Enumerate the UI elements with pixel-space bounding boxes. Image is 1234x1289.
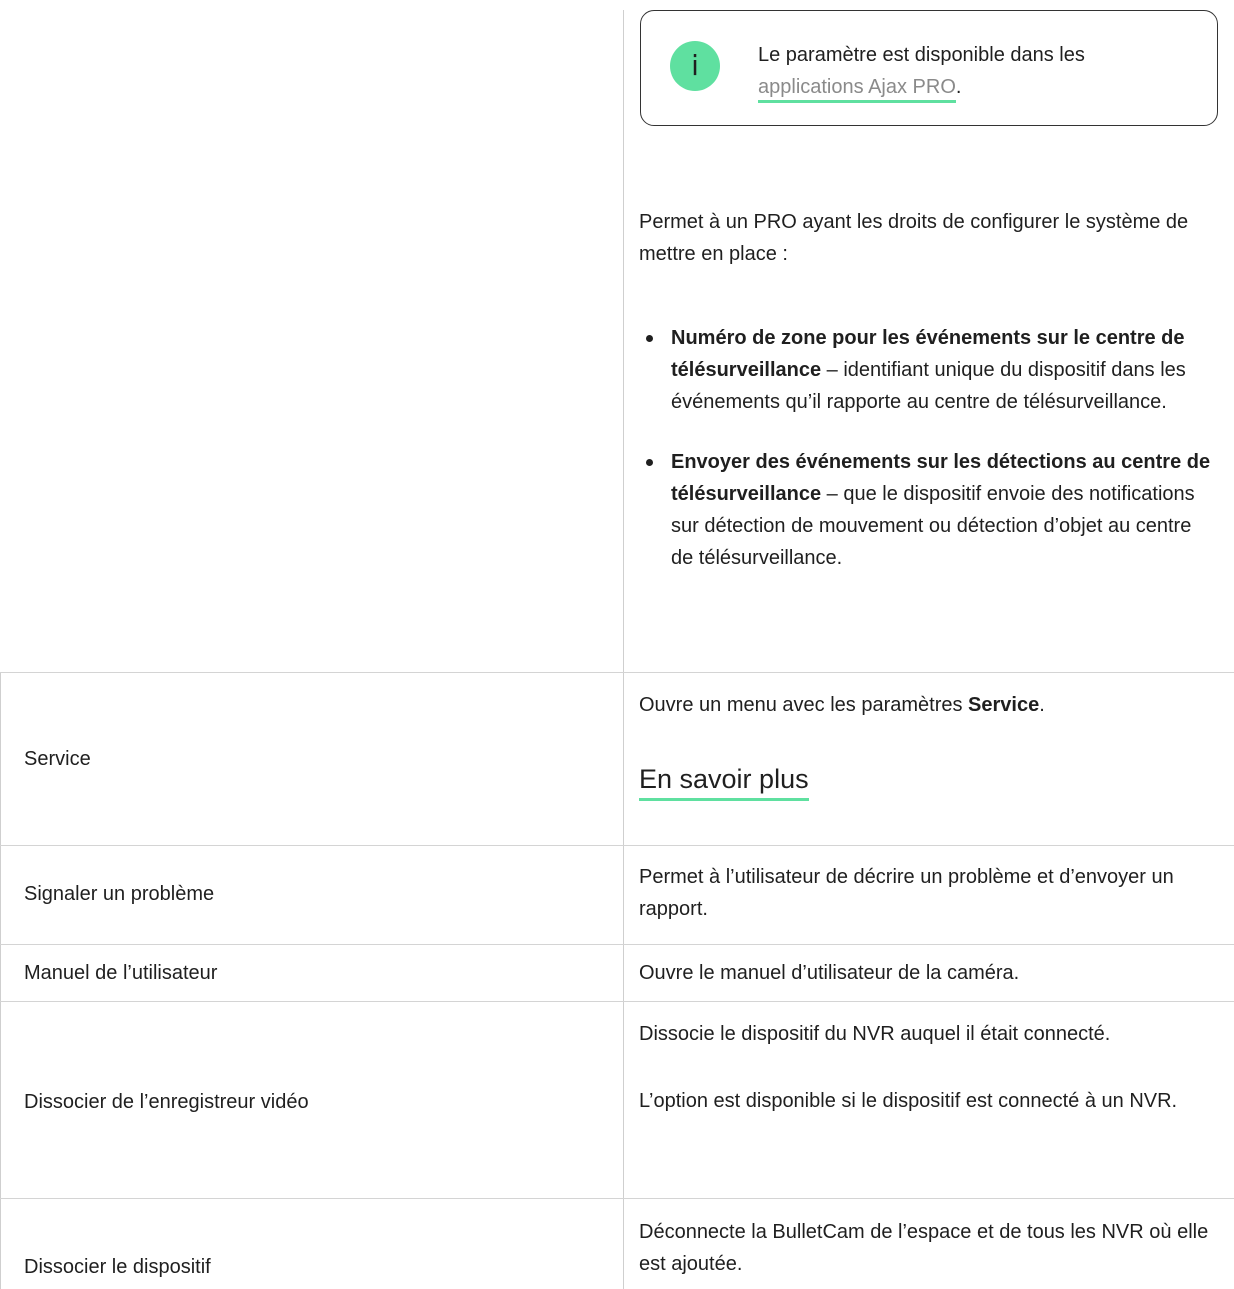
pro-settings-bullets: Numéro de zone pour les événements sur l… [639,322,1219,574]
row-divider [0,672,1234,673]
service-description: Ouvre un menu avec les paramètres Servic… [639,689,1219,721]
row-label-report-problem: Signaler un problème [24,883,215,905]
learn-more-link[interactable]: En savoir plus [639,764,809,801]
row-divider [0,1001,1234,1002]
row-label-unpair-device: Dissocier le dispositif [24,1256,211,1278]
report-problem-description: Permet à l’utilisateur de décrire un pro… [639,866,1174,920]
left-table-border [0,672,1,1289]
ajax-pro-apps-link[interactable]: applications Ajax PRO [758,76,956,103]
row-divider [0,944,1234,945]
row-divider [0,1198,1234,1199]
unpair-nvr-description-2: L’option est disponible si le dispositif… [639,1090,1178,1112]
bullet-item: Numéro de zone pour les événements sur l… [639,322,1219,418]
unpair-nvr-description-1: Dissocie le dispositif du NVR auquel il … [639,1023,1111,1045]
info-text-before: Le paramètre est disponible dans les [758,44,1085,66]
info-icon: i [670,41,720,91]
service-desc-after: . [1039,694,1045,716]
row-label-unpair-nvr: Dissocier de l’enregistreur vidéo [24,1091,309,1113]
row-label-service: Service [24,748,91,770]
service-link-wrap: En savoir plus [639,762,1219,801]
info-text-after: . [955,76,962,98]
info-callout-text: Le paramètre est disponible dans les app… [758,39,1188,103]
bullet-item: Envoyer des événements sur les détection… [639,446,1219,574]
row-divider [0,845,1234,846]
service-desc-bold: Service [968,694,1040,716]
column-divider [623,10,624,1289]
pro-settings-intro: Permet à un PRO ayant les droits de conf… [639,211,1189,265]
row-label-user-manual: Manuel de l’utilisateur [24,962,218,984]
user-manual-description: Ouvre le manuel d’utilisateur de la camé… [639,962,1020,984]
unpair-device-description: Déconnecte la BulletCam de l’espace et d… [639,1221,1209,1275]
info-callout: i Le paramètre est disponible dans les a… [640,10,1218,126]
service-desc-before: Ouvre un menu avec les paramètres [639,694,969,716]
